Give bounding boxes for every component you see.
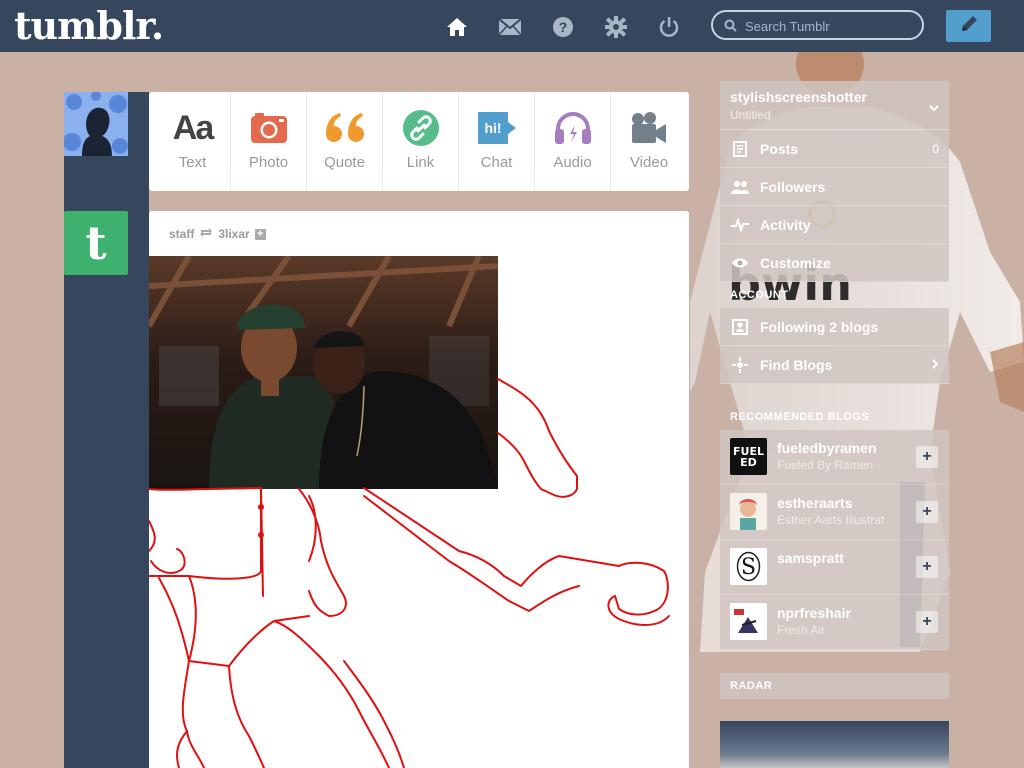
chevron-right-icon bbox=[932, 358, 939, 372]
right-sidebar: stylishscreenshotter Untitled Posts 0 Fo… bbox=[720, 81, 949, 650]
headphones-icon bbox=[553, 108, 593, 148]
help-icon[interactable]: ? bbox=[550, 14, 576, 40]
follow-button[interactable]: + bbox=[916, 501, 938, 523]
blog-header[interactable]: stylishscreenshotter Untitled bbox=[720, 81, 949, 130]
radar-heading: RADAR bbox=[720, 673, 949, 699]
mail-icon[interactable] bbox=[497, 14, 523, 40]
pencil-icon bbox=[959, 14, 979, 39]
camera-icon bbox=[250, 108, 288, 148]
dashboard-left-column bbox=[64, 92, 149, 768]
post-text-button[interactable]: Aa Text bbox=[155, 92, 231, 191]
search-box bbox=[711, 10, 924, 40]
recommended-heading: RECOMMENDED BLOGS bbox=[730, 411, 870, 423]
blog-avatar[interactable] bbox=[730, 603, 767, 640]
top-navigation-bar: tumblr. ? bbox=[0, 0, 1024, 52]
quote-icon bbox=[324, 108, 366, 148]
search-icon bbox=[724, 19, 737, 37]
svg-text:hi!: hi! bbox=[484, 120, 501, 136]
svg-text:?: ? bbox=[559, 19, 568, 35]
account-menu: Following 2 blogs Find Blogs bbox=[720, 308, 949, 384]
post-audio-button[interactable]: Audio bbox=[535, 92, 611, 191]
red-line-drawing bbox=[149, 378, 670, 768]
sidebar-item-find-blogs[interactable]: Find Blogs bbox=[720, 346, 949, 384]
search-input[interactable] bbox=[743, 16, 917, 36]
recommended-blog-item[interactable]: estheraarts Esther Aarts Illustrat + bbox=[720, 485, 949, 540]
blog-avatar[interactable]: S bbox=[730, 548, 767, 585]
svg-text:ED: ED bbox=[740, 456, 757, 469]
activity-icon bbox=[730, 217, 750, 232]
follow-button[interactable]: + bbox=[916, 556, 938, 578]
compose-button[interactable] bbox=[946, 10, 991, 42]
post-quote-button[interactable]: Quote bbox=[307, 92, 383, 191]
post-chat-button[interactable]: hi! Chat bbox=[459, 92, 535, 191]
find-blogs-icon bbox=[730, 356, 750, 373]
chevron-down-icon[interactable] bbox=[929, 99, 939, 117]
reblog-source-link[interactable]: 3lixar bbox=[218, 227, 249, 241]
blog-avatar[interactable] bbox=[730, 493, 767, 530]
post-type-bar: Aa Text Photo Quote Link hi! Chat Audio bbox=[149, 92, 689, 191]
user-avatar[interactable] bbox=[64, 92, 128, 156]
plus-icon[interactable]: + bbox=[254, 228, 266, 240]
recommended-blog-item[interactable]: S samspratt + bbox=[720, 540, 949, 595]
followers-icon bbox=[730, 180, 750, 194]
account-heading: ACCOUNT bbox=[730, 289, 789, 301]
blog-menu: stylishscreenshotter Untitled Posts 0 Fo… bbox=[720, 81, 949, 282]
blog-avatar[interactable]: FUEL ED bbox=[730, 438, 767, 475]
follow-button[interactable]: + bbox=[916, 446, 938, 468]
link-icon bbox=[402, 108, 440, 148]
home-icon[interactable] bbox=[444, 14, 470, 40]
sidebar-item-followers[interactable]: Followers bbox=[720, 168, 949, 206]
staff-avatar[interactable]: t bbox=[64, 211, 128, 275]
follow-button[interactable]: + bbox=[916, 611, 938, 633]
reblog-icon bbox=[199, 227, 213, 241]
eye-icon bbox=[730, 257, 750, 269]
post-video-button[interactable]: Video bbox=[611, 92, 687, 191]
post-header: staff 3lixar + bbox=[169, 227, 266, 241]
dashboard-post: staff 3lixar + bbox=[149, 211, 689, 768]
post-link-button[interactable]: Link bbox=[383, 92, 459, 191]
recommended-blogs-list: FUEL ED fueledbyramen Fueled By Ramen + e… bbox=[720, 430, 949, 650]
settings-icon[interactable] bbox=[603, 14, 629, 40]
following-icon bbox=[730, 318, 750, 335]
power-icon[interactable] bbox=[656, 14, 682, 40]
video-camera-icon bbox=[630, 108, 668, 148]
radar-post-image[interactable] bbox=[720, 721, 949, 768]
recommended-blog-item[interactable]: FUEL ED fueledbyramen Fueled By Ramen + bbox=[720, 430, 949, 485]
tumblr-logo[interactable]: tumblr. bbox=[14, 4, 164, 48]
sidebar-item-customize[interactable]: Customize bbox=[720, 244, 949, 282]
post-photo-button[interactable]: Photo bbox=[231, 92, 307, 191]
recommended-blog-item[interactable]: nprfreshair Fresh Air + bbox=[720, 595, 949, 650]
svg-text:S: S bbox=[741, 555, 756, 580]
post-author-link[interactable]: staff bbox=[169, 227, 194, 241]
chat-icon: hi! bbox=[476, 108, 518, 148]
text-icon: Aa bbox=[172, 108, 214, 147]
sidebar-item-activity[interactable]: Activity bbox=[720, 206, 949, 244]
sidebar-item-posts[interactable]: Posts 0 bbox=[720, 130, 949, 168]
sidebar-item-following[interactable]: Following 2 blogs bbox=[720, 308, 949, 346]
posts-icon bbox=[730, 140, 750, 157]
